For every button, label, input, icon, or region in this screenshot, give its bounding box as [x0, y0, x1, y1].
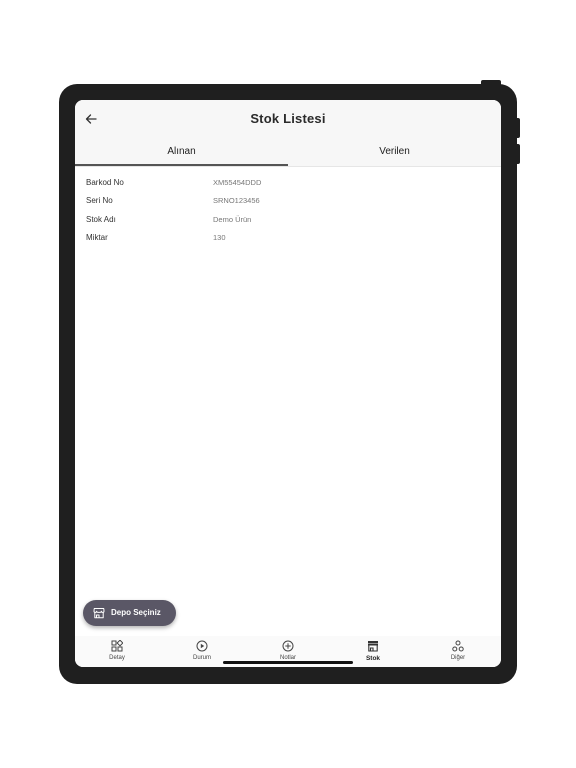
home-indicator[interactable] — [223, 661, 353, 664]
nav-label: Diğer — [450, 655, 466, 661]
nav-item-diger[interactable]: Diğer — [428, 636, 488, 667]
active-tab-indicator — [75, 164, 288, 166]
grid-icon — [111, 640, 123, 652]
detail-row-seri: Seri No SRNO123456 — [86, 194, 386, 212]
detail-value: SRNO123456 — [213, 196, 260, 206]
page-title: Stok Listesi — [250, 111, 326, 126]
nodes-icon — [452, 640, 464, 652]
play-circle-icon — [196, 640, 208, 652]
detail-label: Seri No — [86, 196, 113, 206]
detail-label: Stok Adı — [86, 214, 116, 224]
tab-bar: Alınan Verilen — [75, 140, 501, 167]
tab-verilen[interactable]: Verilen — [288, 140, 501, 166]
select-warehouse-button[interactable]: Depo Seçiniz — [83, 600, 176, 626]
detail-value: Demo Ürün — [213, 214, 252, 224]
nav-label: Detay — [109, 655, 125, 661]
plus-circle-icon — [282, 640, 294, 652]
detail-row-miktar: Miktar 130 — [86, 231, 386, 249]
store-icon — [368, 641, 378, 652]
store-icon — [93, 608, 105, 619]
app-header: Stok Listesi — [75, 100, 501, 140]
select-warehouse-label: Depo Seçiniz — [111, 608, 161, 617]
nav-item-detay[interactable]: Detay — [87, 636, 147, 667]
detail-row-stok-adi: Stok Adı Demo Ürün — [86, 213, 386, 231]
app-screen: Stok Listesi Alınan Verilen Barkod No XM… — [75, 100, 501, 667]
stock-details: Barkod No XM55454DDD Seri No SRNO123456 … — [86, 176, 386, 249]
detail-value: XM55454DDD — [213, 178, 262, 187]
detail-label: Barkod No — [86, 178, 124, 187]
detail-row-barkod: Barkod No XM55454DDD — [86, 176, 386, 194]
detail-value: 130 — [213, 232, 226, 242]
tab-alinan[interactable]: Alınan — [75, 140, 288, 166]
detail-label: Miktar — [86, 232, 108, 242]
